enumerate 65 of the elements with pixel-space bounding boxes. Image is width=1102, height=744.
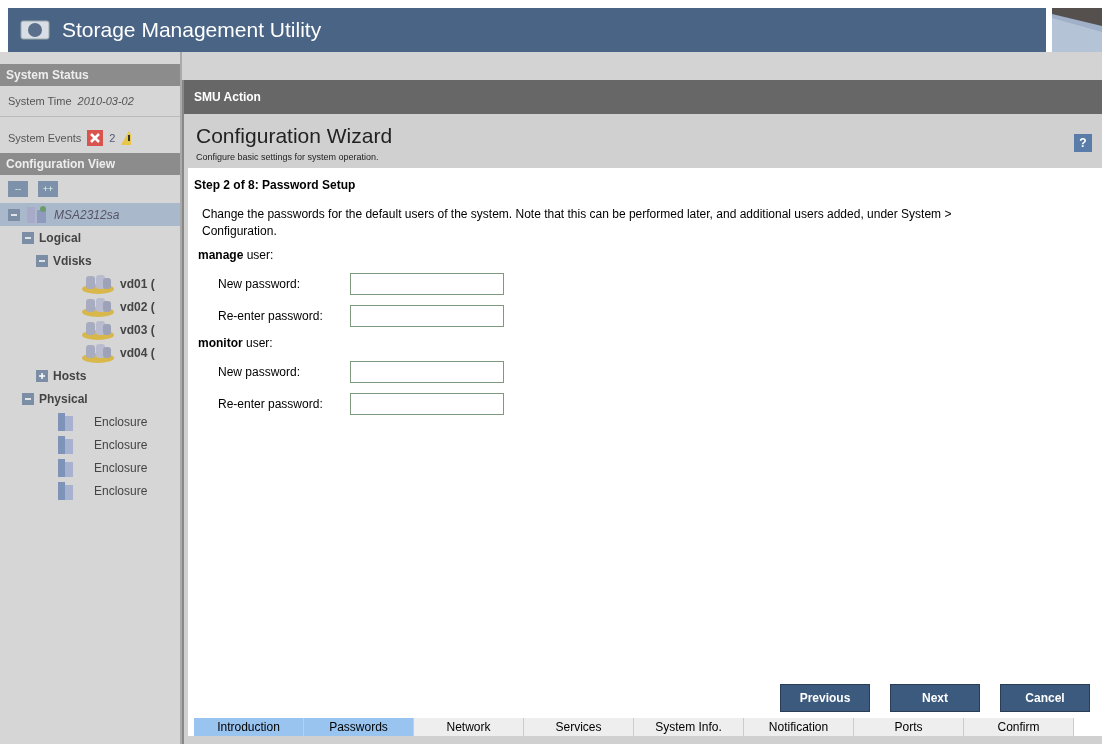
description: Change the passwords for the default users of the system. Note that this can be performed later, and additional users added, under System > Configuration.	[201, 206, 953, 240]
tree-item-label[interactable]: Vdisks	[53, 253, 92, 268]
tree-item-label[interactable]: vd01 (	[120, 276, 155, 291]
tree-item-label[interactable]: Enclosure	[94, 437, 148, 452]
step-tab[interactable]: System Info.	[634, 718, 744, 736]
tree-item-label[interactable]: vd02 (	[120, 299, 155, 314]
step-tab[interactable]: Passwords	[304, 718, 414, 736]
events-label: System Events	[8, 132, 82, 144]
tree-item-label[interactable]: Hosts	[53, 368, 87, 383]
field-label: New password:	[218, 365, 302, 379]
disk-group-icon	[81, 341, 115, 364]
field-label: New password:	[218, 277, 302, 291]
tree-item-label[interactable]: Enclosure	[94, 483, 148, 498]
wizard-heading: Configuration Wizard	[196, 124, 393, 148]
user-group-title: monitor user:	[197, 336, 274, 350]
storage-system-icon	[25, 203, 49, 226]
password-field[interactable]	[350, 361, 504, 383]
enclosure-icon	[57, 479, 75, 502]
disk-group-icon	[81, 318, 115, 341]
wizard-button[interactable]: Previous	[780, 684, 870, 712]
tree-item-label[interactable]: Enclosure	[94, 460, 148, 475]
field-label: Re-enter password:	[218, 397, 324, 411]
step-tab[interactable]: Introduction	[194, 718, 304, 736]
help-button[interactable]: ?	[1074, 134, 1092, 152]
field-label: Re-enter password:	[218, 309, 324, 323]
tree-item-label[interactable]: Logical	[39, 230, 81, 245]
app-title: Storage Management Utility	[62, 18, 322, 42]
step-tab[interactable]: Notification	[744, 718, 854, 736]
tree-item-label[interactable]: vd03 (	[120, 322, 155, 337]
enclosure-icon	[57, 410, 75, 433]
tree-item-highlight[interactable]: MSA2312sa	[0, 203, 180, 226]
step-tab[interactable]: Network	[414, 718, 524, 736]
collapse-icon[interactable]	[8, 208, 20, 221]
expand-icon[interactable]	[36, 369, 48, 382]
tree-item-label[interactable]: Physical	[39, 391, 88, 406]
step-tab[interactable]: Confirm	[964, 718, 1074, 736]
wizard-button[interactable]: Cancel	[1000, 684, 1090, 712]
logo-icon	[20, 20, 50, 40]
password-field[interactable]	[350, 393, 504, 415]
tree-item-label[interactable]: vd04 (	[120, 345, 155, 360]
collapse-icon[interactable]	[22, 231, 34, 244]
time-label: System Time	[8, 95, 72, 107]
warning-icon	[121, 130, 132, 146]
password-field[interactable]	[350, 273, 504, 295]
error-icon	[87, 130, 104, 146]
wizard-button[interactable]: Next	[890, 684, 980, 712]
step-tab[interactable]: Ports	[854, 718, 964, 736]
password-field[interactable]	[350, 305, 504, 327]
disk-group-icon	[81, 272, 115, 295]
collapse-icon[interactable]	[36, 254, 48, 267]
section-heading: System Status	[0, 64, 180, 86]
tree-item-label[interactable]: MSA2312sa	[54, 207, 120, 222]
wizard-subtitle: Configure basic settings for system operation.	[196, 152, 380, 162]
enclosure-icon	[57, 433, 75, 456]
step-tab[interactable]: Services	[524, 718, 634, 736]
collapse-icon[interactable]	[22, 392, 34, 405]
dialog-title: SMU Action	[194, 90, 261, 104]
step-heading: Step 2 of 8: Password Setup	[193, 178, 357, 192]
error-count: 2	[109, 132, 116, 144]
time-value: 2010-03-02	[77, 95, 134, 107]
tree-item-label[interactable]: Enclosure	[94, 414, 148, 429]
section-heading: Configuration View	[0, 153, 180, 175]
disk-group-icon	[81, 295, 115, 318]
enclosure-icon	[57, 456, 75, 479]
user-group-title: manage user:	[197, 248, 275, 262]
